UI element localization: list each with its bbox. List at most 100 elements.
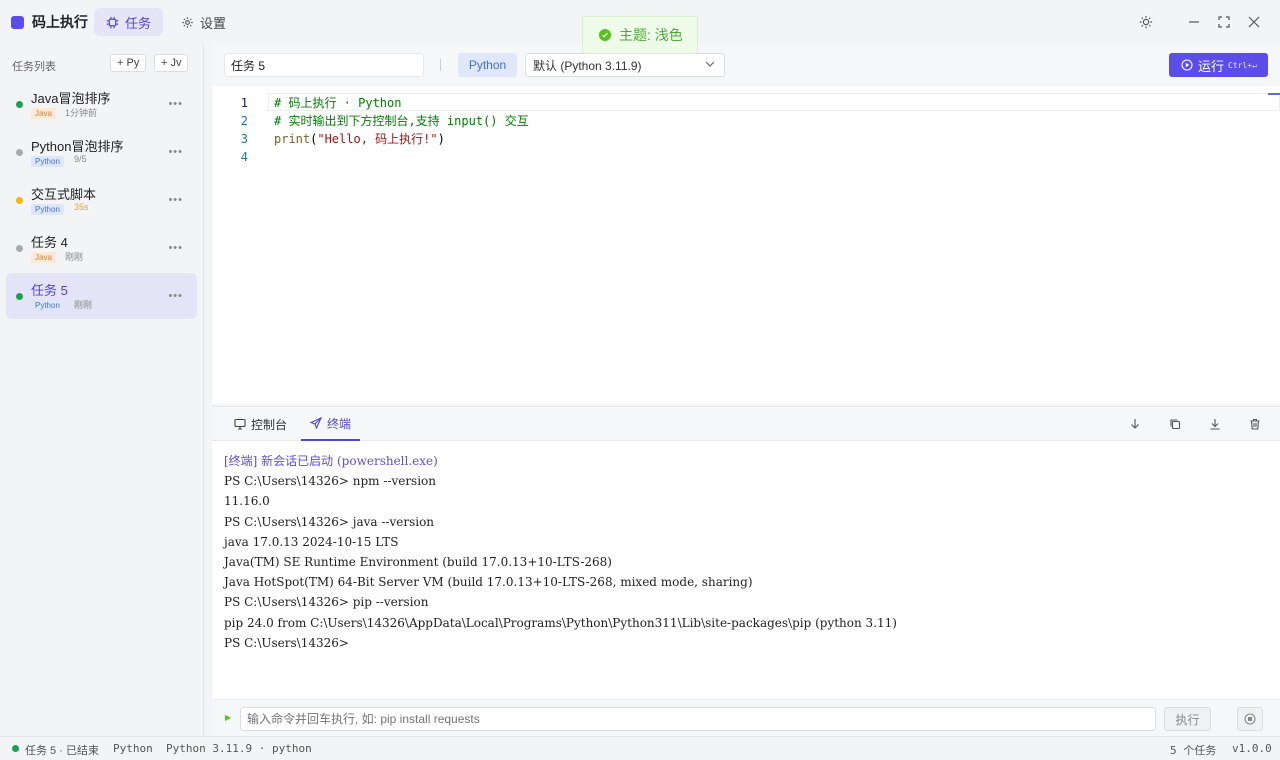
task-name: Java冒泡排序 — [31, 91, 111, 106]
console-tabs: 控制台 终端 — [212, 407, 1280, 441]
add-python-task-button[interactable]: + Py — [110, 54, 147, 72]
toast-text: 主题: 浅色 — [619, 27, 683, 43]
code-line: 3 print("Hello, 码上执行!") — [212, 130, 1280, 148]
line-number: 2 — [240, 114, 248, 128]
command-input[interactable] — [240, 707, 1156, 731]
status-task-count: 5 个任务 — [1170, 744, 1217, 757]
terminal-line: Java HotSpot(TM) 64-Bit Server VM (build… — [224, 575, 753, 590]
tab-settings-label: 设置 — [200, 15, 227, 31]
trash-icon — [1250, 418, 1260, 430]
task-name: 任务 5 — [31, 283, 68, 298]
token-str: "Hello, 码上执行!" — [317, 132, 438, 146]
app-logo-icon — [11, 15, 24, 29]
token-close: ) — [437, 132, 445, 146]
stop-button[interactable] — [1237, 707, 1263, 731]
status-task-state: 任务 5 · 已结束 — [25, 745, 99, 757]
cpu-icon — [106, 16, 119, 29]
terminal-line: pip 24.0 from C:\Users\14326\AppData\Loc… — [224, 615, 897, 630]
maximize-button[interactable] — [1214, 12, 1234, 32]
clear-output-button[interactable] — [1248, 417, 1262, 431]
run-button[interactable]: 运行 Ctrl+↵ — [1169, 53, 1268, 77]
command-bar: ▶ 执行 — [212, 699, 1280, 737]
more-icon[interactable]: ••• — [168, 242, 183, 254]
task-name: 任务 4 — [31, 235, 68, 250]
tab-settings[interactable]: 设置 — [169, 8, 238, 36]
minimize-button[interactable] — [1184, 12, 1204, 32]
app-title: 码上执行 — [32, 14, 88, 30]
task-status-dot — [16, 245, 23, 252]
terminal-line: [终端] 新会话已启动 (powershell.exe) — [224, 454, 438, 468]
more-icon[interactable]: ••• — [168, 194, 183, 206]
close-button[interactable] — [1244, 12, 1264, 32]
task-status-dot — [16, 293, 23, 300]
runtime-select-value: 默认 (Python 3.11.9) — [533, 58, 642, 73]
more-icon[interactable]: ••• — [168, 290, 183, 302]
check-circle-icon — [599, 29, 611, 41]
task-item[interactable]: 任务 5 Python 刚刚 ••• — [6, 273, 197, 319]
more-icon[interactable]: ••• — [168, 146, 183, 158]
tab-console-label: 控制台 — [251, 417, 288, 432]
theme-toast: 主题: 浅色 — [582, 16, 698, 54]
tab-terminal[interactable]: 终端 — [301, 407, 361, 441]
task-list-header: 任务列表 — [12, 61, 56, 73]
code-line: 4 — [212, 148, 1280, 166]
task-status-dot — [16, 101, 23, 108]
terminal-output[interactable]: [终端] 新会话已启动 (powershell.exe) PS C:\Users… — [224, 451, 897, 653]
line-number: 3 — [240, 132, 248, 146]
scroll-to-bottom-button[interactable] — [1128, 417, 1142, 431]
toolbar-divider — [440, 59, 441, 71]
task-item[interactable]: 任务 4 Java 刚刚 ••• — [6, 225, 197, 271]
line-number: 4 — [240, 150, 248, 164]
status-runtime: Python 3.11.9 · python — [166, 742, 312, 755]
task-name-input[interactable] — [224, 53, 424, 77]
download-icon — [1210, 419, 1220, 430]
terminal-line: PS C:\Users\14326> java --version — [224, 514, 435, 529]
task-lang-badge: Java — [31, 252, 56, 263]
terminal-line: 11.16.0 — [224, 494, 270, 509]
line-text: # 实时输出到下方控制台,支持 input() 交互 — [274, 114, 529, 128]
terminal-line: java 17.0.13 2024-10-15 LTS — [224, 534, 399, 549]
status-bar: 任务 5 · 已结束 Python Python 3.11.9 · python… — [0, 736, 1280, 760]
task-item[interactable]: Java冒泡排序 Java 1分钟前 ••• — [6, 81, 197, 127]
code-line: 1 # 码上执行 · Python — [212, 94, 1280, 112]
tab-tasks[interactable]: 任务 — [94, 8, 164, 36]
download-output-button[interactable] — [1208, 417, 1222, 431]
task-item[interactable]: 交互式脚本 Python 35s ••• — [6, 177, 197, 223]
runtime-select[interactable]: 默认 (Python 3.11.9) — [525, 53, 725, 77]
arrow-down-icon — [1131, 419, 1139, 429]
task-lang-badge: Python — [31, 204, 64, 215]
tab-console[interactable]: 控制台 — [234, 407, 287, 441]
task-lang-badge: Python — [31, 300, 64, 311]
language-pill[interactable]: Python — [458, 53, 517, 77]
minimize-icon — [1189, 21, 1199, 23]
editor-toolbar: Python 默认 (Python 3.11.9) 运行 Ctrl+↵ — [212, 44, 1280, 86]
maximize-icon — [1218, 16, 1230, 28]
task-lang-badge: Java — [31, 108, 56, 119]
code-editor[interactable]: 1 # 码上执行 · Python 2 # 实时输出到下方控制台,支持 inpu… — [212, 86, 1280, 404]
more-icon[interactable]: ••• — [168, 98, 183, 110]
execute-button[interactable]: 执行 — [1164, 707, 1211, 731]
terminal-line: PS C:\Users\14326> — [224, 635, 349, 650]
theme-toggle-button[interactable] — [1136, 12, 1156, 32]
run-shortcut: Ctrl+↵ — [1228, 60, 1257, 70]
task-meta: 35s — [74, 202, 89, 212]
terminal-line: PS C:\Users\14326> npm --version — [224, 474, 437, 489]
terminal-line: PS C:\Users\14326> pip --version — [224, 595, 429, 610]
prompt-arrow-icon: ▶ — [225, 713, 232, 722]
task-lang-badge: Python — [31, 156, 64, 167]
token-fn: print — [274, 132, 311, 146]
status-dot — [12, 745, 19, 752]
monitor-icon — [234, 418, 246, 430]
task-item[interactable]: Python冒泡排序 Python 9/5 ••• — [6, 129, 197, 175]
copy-output-button[interactable] — [1168, 417, 1182, 431]
line-text: # 码上执行 · Python — [274, 96, 402, 110]
copy-icon — [1170, 419, 1181, 430]
stop-circle-icon — [1244, 713, 1256, 725]
task-meta: 1分钟前 — [65, 108, 98, 118]
task-status-dot — [16, 149, 23, 156]
status-language: Python — [113, 742, 153, 755]
tab-terminal-label: 终端 — [327, 416, 352, 431]
task-meta: 刚刚 — [65, 252, 84, 262]
add-java-task-button[interactable]: + Jv — [154, 54, 189, 72]
task-status-dot — [16, 197, 23, 204]
